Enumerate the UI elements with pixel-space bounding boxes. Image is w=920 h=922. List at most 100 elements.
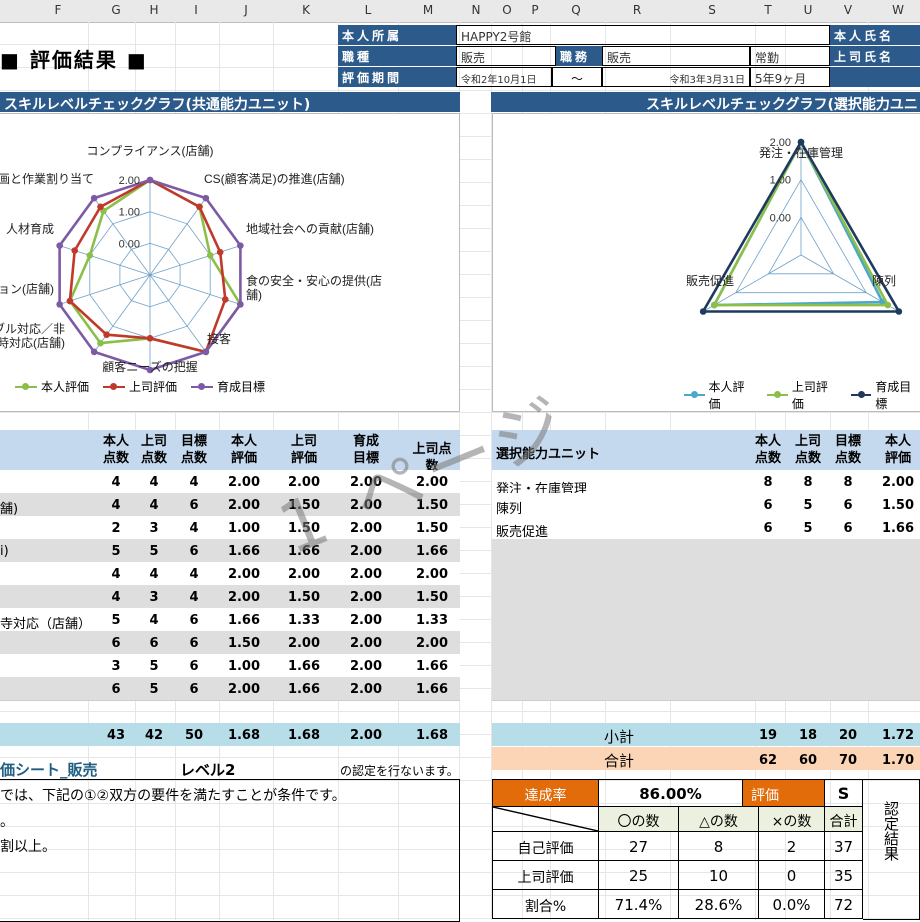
column-letter-J[interactable]: J	[244, 3, 248, 17]
value-shokushu[interactable]: 販売	[456, 46, 556, 66]
left-total-row[interactable]: 43 42 50 1.68 1.68 2.00 1.68	[0, 723, 460, 746]
value-kikan-start[interactable]: 令和2年10月1日	[456, 67, 552, 87]
right-col-header-line: 目標	[834, 434, 861, 449]
column-letter-Q[interactable]: Q	[571, 3, 580, 17]
left-table-row[interactable]: 寺対応（店舗） 5 4 6 1.66 1.33 2.00 1.33	[0, 608, 460, 632]
left-col-header-line: 本人	[230, 434, 257, 449]
column-letter-S[interactable]: S	[708, 3, 716, 17]
score-col-head: △の数	[679, 807, 759, 832]
column-letter-L[interactable]: L	[365, 3, 372, 17]
legend-swatch	[15, 382, 37, 390]
left-table-row[interactable]: 6 6 6 1.50 2.00 2.00 2.00	[0, 631, 460, 655]
right-table-row[interactable]	[492, 585, 920, 609]
page-title: ■ 評価結果 ■	[0, 48, 148, 72]
left-col-header-line: 上司	[290, 434, 317, 449]
right-col-header-line: 点数	[834, 451, 861, 466]
right-row-value: 2.00	[881, 475, 915, 490]
right-table-row[interactable]	[492, 539, 920, 563]
column-letter-H[interactable]: H	[149, 3, 158, 17]
right-table-row[interactable]	[492, 562, 920, 586]
right-table-row[interactable]	[492, 654, 920, 678]
radar-tick-label: 2.00	[119, 175, 140, 187]
grid-hline	[0, 711, 920, 712]
radar-point	[237, 242, 244, 249]
value-kinmu[interactable]: 常勤	[750, 46, 830, 66]
right-table-row[interactable]: 陳列 6 5 6 1.50	[492, 493, 920, 517]
left-row-value: 2.00	[349, 636, 383, 651]
legend-label: 育成目標	[875, 380, 912, 411]
info-block: 本人所属 HAPPY2号館 本人氏名 職種 販売 職務 販売 常勤 上司氏名 評…	[338, 25, 920, 87]
left-col-header-line: 評価	[230, 451, 257, 466]
achieve-value: 86.00%	[599, 779, 743, 807]
score-col-head: 〇の数	[599, 807, 679, 832]
eval-label: 評価	[743, 779, 825, 807]
left-row-value: 2.00	[415, 636, 449, 651]
legend-label: 本人評価	[41, 380, 90, 394]
right-row-value: 6	[843, 498, 853, 513]
column-letter-R[interactable]: R	[633, 3, 641, 17]
left-total-value: 1.68	[287, 728, 321, 743]
right-row-value: 8	[843, 475, 853, 490]
right-table-row[interactable]	[492, 608, 920, 632]
left-row-value: 4	[189, 590, 199, 605]
column-letter-K[interactable]: K	[302, 3, 310, 17]
value-kikan-sep: ～	[552, 67, 602, 87]
radar-point	[66, 297, 74, 305]
column-letter-W[interactable]: W	[892, 3, 904, 17]
subtotal-label: 小計	[604, 728, 635, 746]
right-table-row[interactable]: 発注・在庫管理 8 8 8 2.00	[492, 470, 920, 497]
radar-axis-label: CS(顧客満足)の推進(店舗)	[204, 171, 345, 186]
right-table-row[interactable]	[492, 631, 920, 655]
nintei-text: の認定を行ないます。	[340, 764, 459, 778]
score-col-head: ×の数	[759, 807, 825, 832]
value-shozoku[interactable]: HAPPY2号館	[456, 25, 830, 45]
column-letter-O[interactable]: O	[502, 3, 511, 17]
left-row-value: 1.66	[287, 682, 321, 697]
condition-line-3: 割以上。	[0, 839, 56, 855]
right-table-row[interactable]	[492, 677, 920, 701]
score-row-value: 35	[825, 861, 863, 890]
left-table-row[interactable]: 4 3 4 2.00 1.50 2.00 1.50	[0, 585, 460, 609]
value-shokumu[interactable]: 販売	[602, 46, 750, 66]
value-kikan-end[interactable]: 令和3年3月31日	[602, 67, 750, 87]
score-row-label: 上司評価	[492, 861, 599, 890]
right-row-value: 1.66	[881, 521, 915, 536]
column-letter-U[interactable]: U	[804, 3, 813, 17]
radar-axis-label: 発注・在庫管理	[759, 145, 843, 160]
right-subtotal-row[interactable]: 小計 19 18 20 1.72	[492, 723, 920, 746]
legend-item: 本人評価	[684, 378, 753, 412]
legend-swatch	[684, 391, 705, 398]
column-letter-G[interactable]: G	[111, 3, 120, 17]
column-letter-T[interactable]: T	[764, 3, 771, 17]
left-table-row[interactable]: 4 4 4 2.00 2.00 2.00 2.00	[0, 562, 460, 586]
label-shokushu: 職種	[338, 46, 456, 66]
legend-swatch	[191, 382, 214, 390]
column-letter-P[interactable]: P	[531, 3, 538, 17]
column-letter-V[interactable]: V	[844, 3, 852, 17]
left-table-row[interactable]: 6 5 6 2.00 1.66 2.00 1.66	[0, 677, 460, 701]
column-letter-F[interactable]: F	[55, 3, 62, 17]
radar-tick-label: 1.00	[119, 207, 140, 219]
column-letter-M[interactable]: M	[423, 3, 433, 17]
score-row-value: 37	[825, 832, 863, 861]
left-row-value: 6	[189, 544, 199, 559]
radar-point	[146, 176, 154, 184]
radar-axis-label: ・トラブル対応／非時対応(店舗)	[0, 321, 65, 350]
left-table-row[interactable]: 3 5 6 1.00 1.66 2.00 1.66	[0, 654, 460, 678]
grid-hline	[0, 90, 920, 91]
column-letter-N[interactable]: N	[472, 3, 481, 17]
subtotal-value: 1.72	[881, 728, 915, 743]
right-total-row[interactable]: 合計 62 60 70 1.70	[492, 747, 920, 770]
left-row-value: 1.00	[227, 659, 261, 674]
score-col-head: 合計	[825, 807, 863, 832]
column-letter-I[interactable]: I	[194, 3, 198, 17]
left-row-value: 2.00	[227, 567, 261, 582]
right-table-row[interactable]: 販売促進 6 5 6 1.66	[492, 516, 920, 540]
score-table: 達成率 86.00% 評価 S 〇の数 △の数 ×の数 合計 自己評価 27 8 2 37 上司…	[492, 779, 920, 920]
radar-axis-label: ョン(店舗)	[0, 282, 54, 296]
left-row-value: 2.00	[227, 498, 261, 513]
left-row-value: 1.50	[227, 636, 261, 651]
radar-point	[699, 308, 707, 315]
left-table-row[interactable]: i) 5 5 6 1.66 1.66 2.00 1.66	[0, 539, 460, 563]
legend-item: 上司評価	[767, 378, 836, 412]
